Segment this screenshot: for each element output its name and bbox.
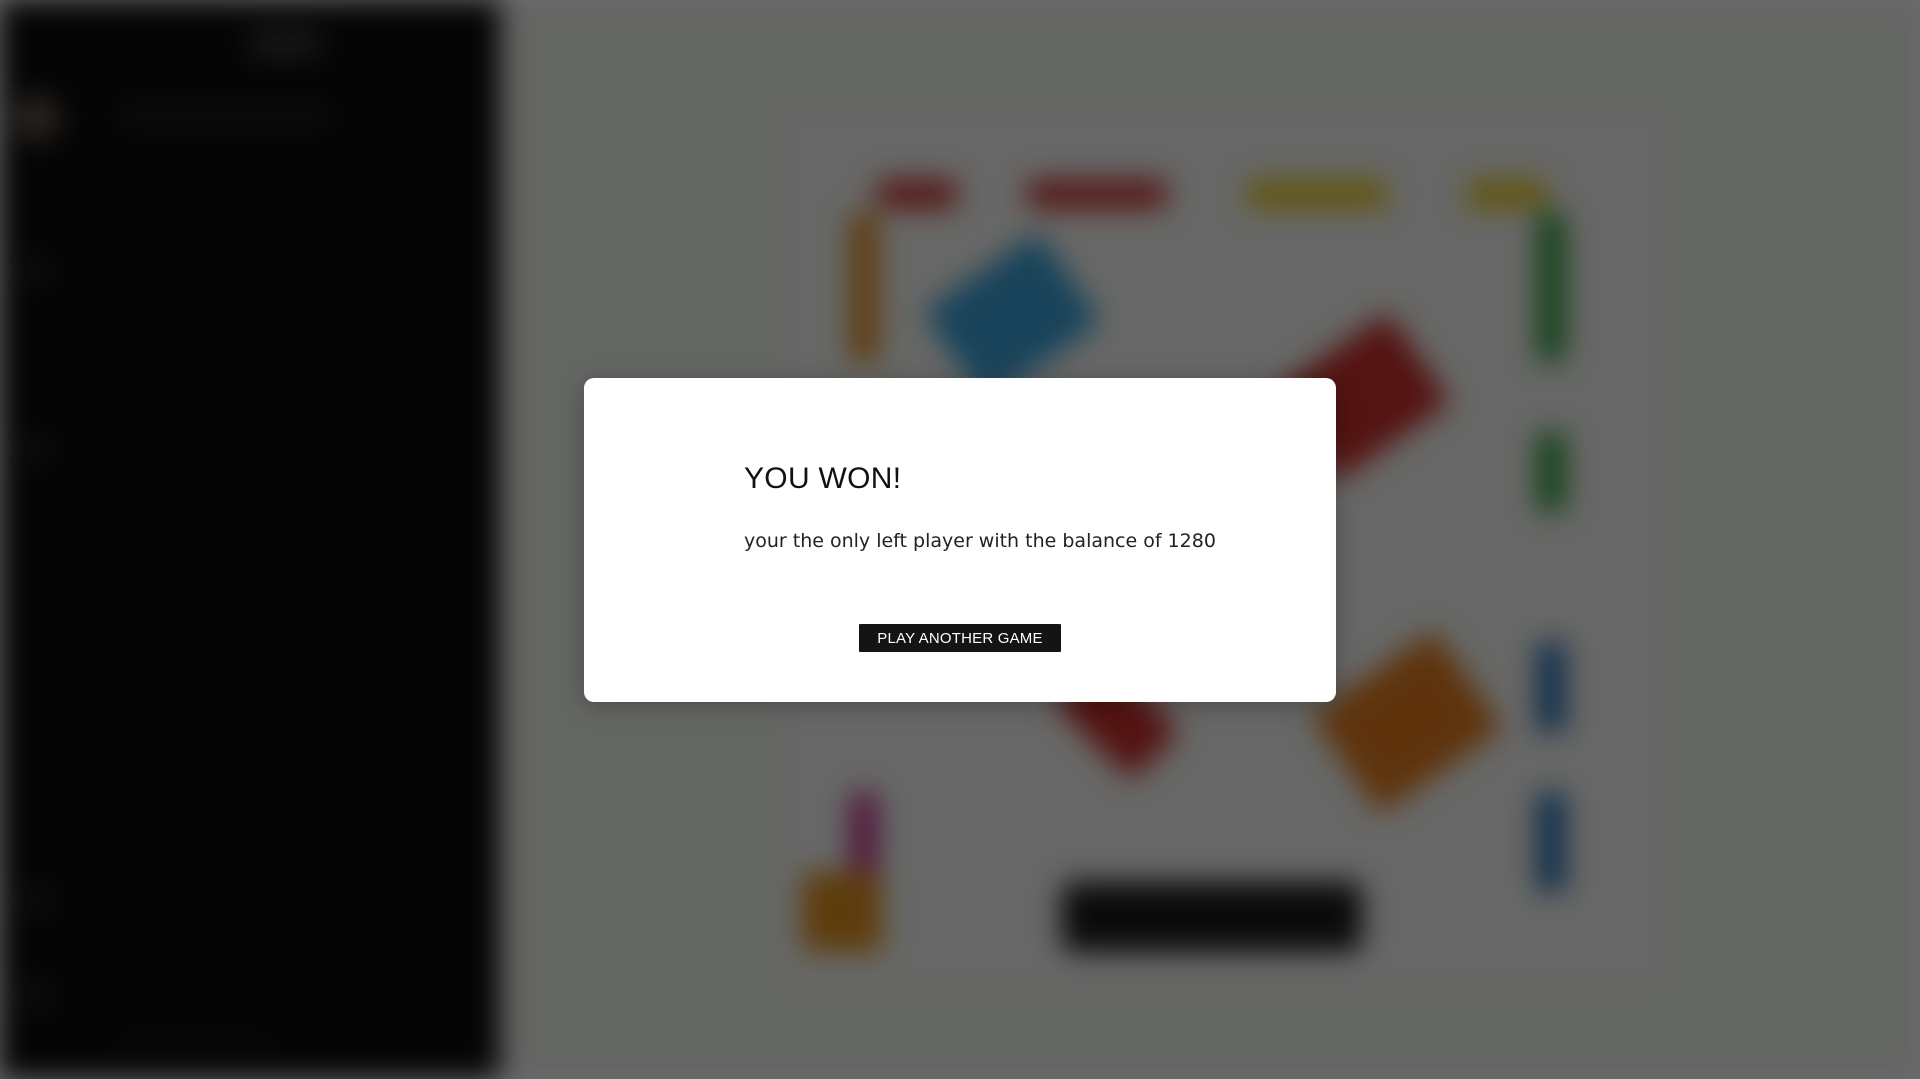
dialog-message: your the only left player with the balan… xyxy=(744,530,1216,552)
win-dialog: YOU WON! your the only left player with … xyxy=(584,378,1336,702)
dialog-title: YOU WON! xyxy=(744,462,902,495)
play-another-game-button[interactable]: PLAY ANOTHER GAME xyxy=(859,624,1061,652)
app-root: YOU WON! your the only left player with … xyxy=(0,0,1920,1079)
